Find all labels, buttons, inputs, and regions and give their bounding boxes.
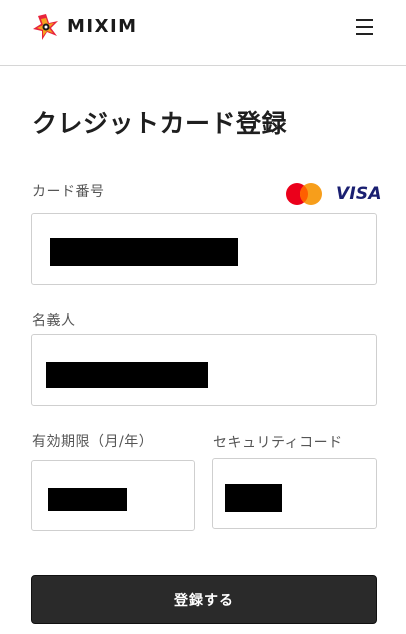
- expiry-redacted: [48, 488, 127, 511]
- expiry-field[interactable]: [31, 460, 195, 531]
- card-number-label: カード番号: [32, 184, 105, 200]
- security-code-label: セキュリティコード: [213, 435, 343, 451]
- card-holder-label: 名義人: [32, 313, 76, 329]
- card-holder-field[interactable]: [31, 334, 377, 406]
- mastercard-icon: [286, 183, 322, 205]
- logo-text[interactable]: MIXIM: [67, 16, 138, 37]
- page-title: クレジットカード登録: [32, 109, 288, 138]
- visa-icon: VISA: [336, 184, 382, 204]
- card-number-field[interactable]: [31, 213, 377, 285]
- security-code-field[interactable]: [212, 458, 377, 529]
- register-button[interactable]: 登録する: [31, 575, 377, 624]
- expiry-label: 有効期限（月/年）: [32, 434, 154, 450]
- security-code-redacted: [225, 484, 282, 512]
- card-holder-redacted: [46, 362, 208, 388]
- hamburger-menu-icon[interactable]: [354, 16, 376, 38]
- site-header: MIXIM: [0, 0, 406, 66]
- mixim-star-logo-icon[interactable]: [32, 13, 60, 41]
- card-number-redacted: [50, 238, 238, 266]
